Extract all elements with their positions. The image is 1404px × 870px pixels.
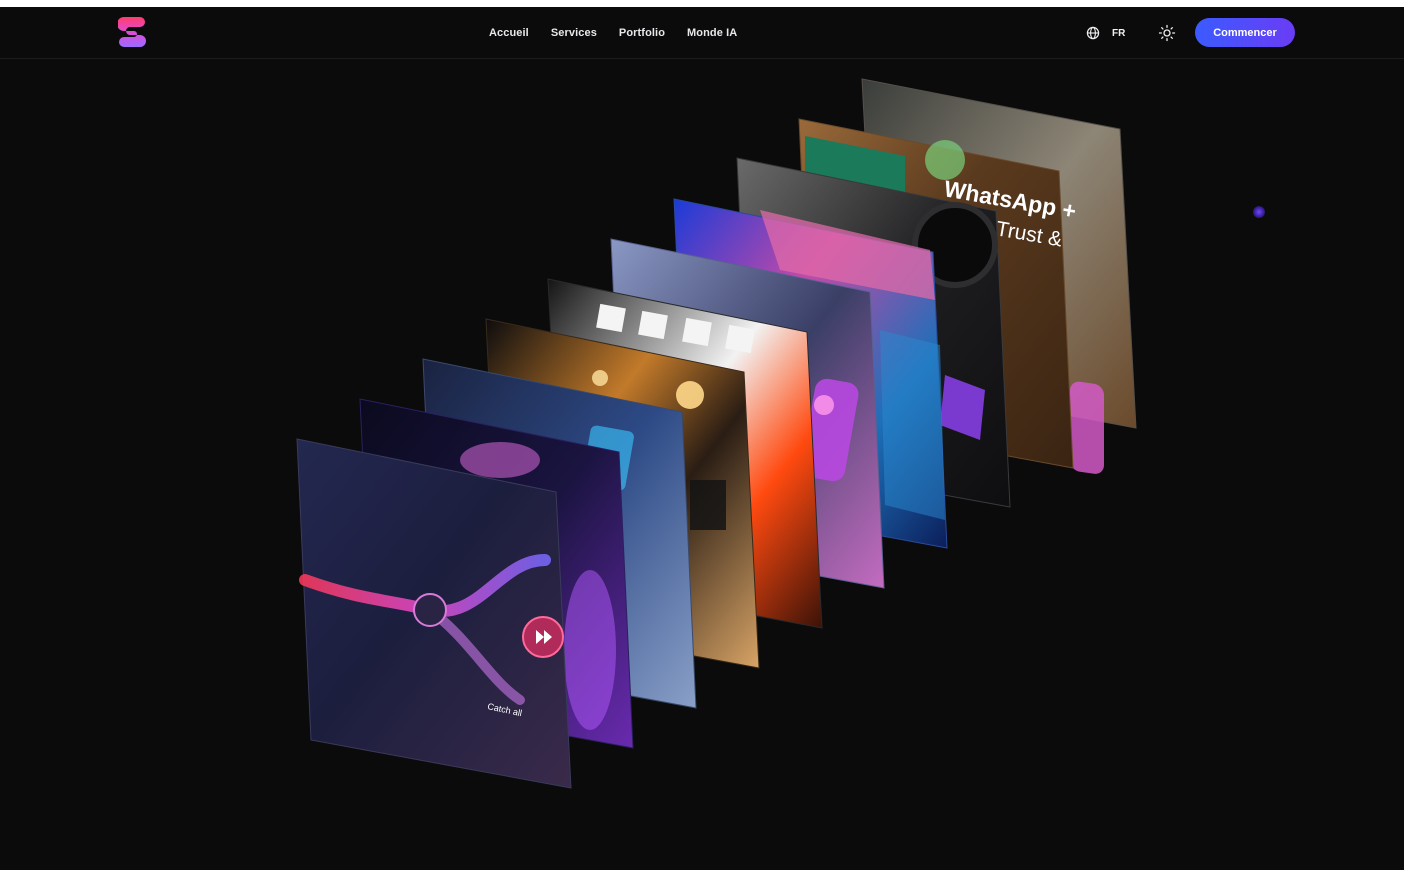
card-ai-workflow[interactable]: Catch all: [296, 438, 572, 789]
project-gallery: WhatsApp + Trust & Catch all: [296, 78, 1137, 789]
